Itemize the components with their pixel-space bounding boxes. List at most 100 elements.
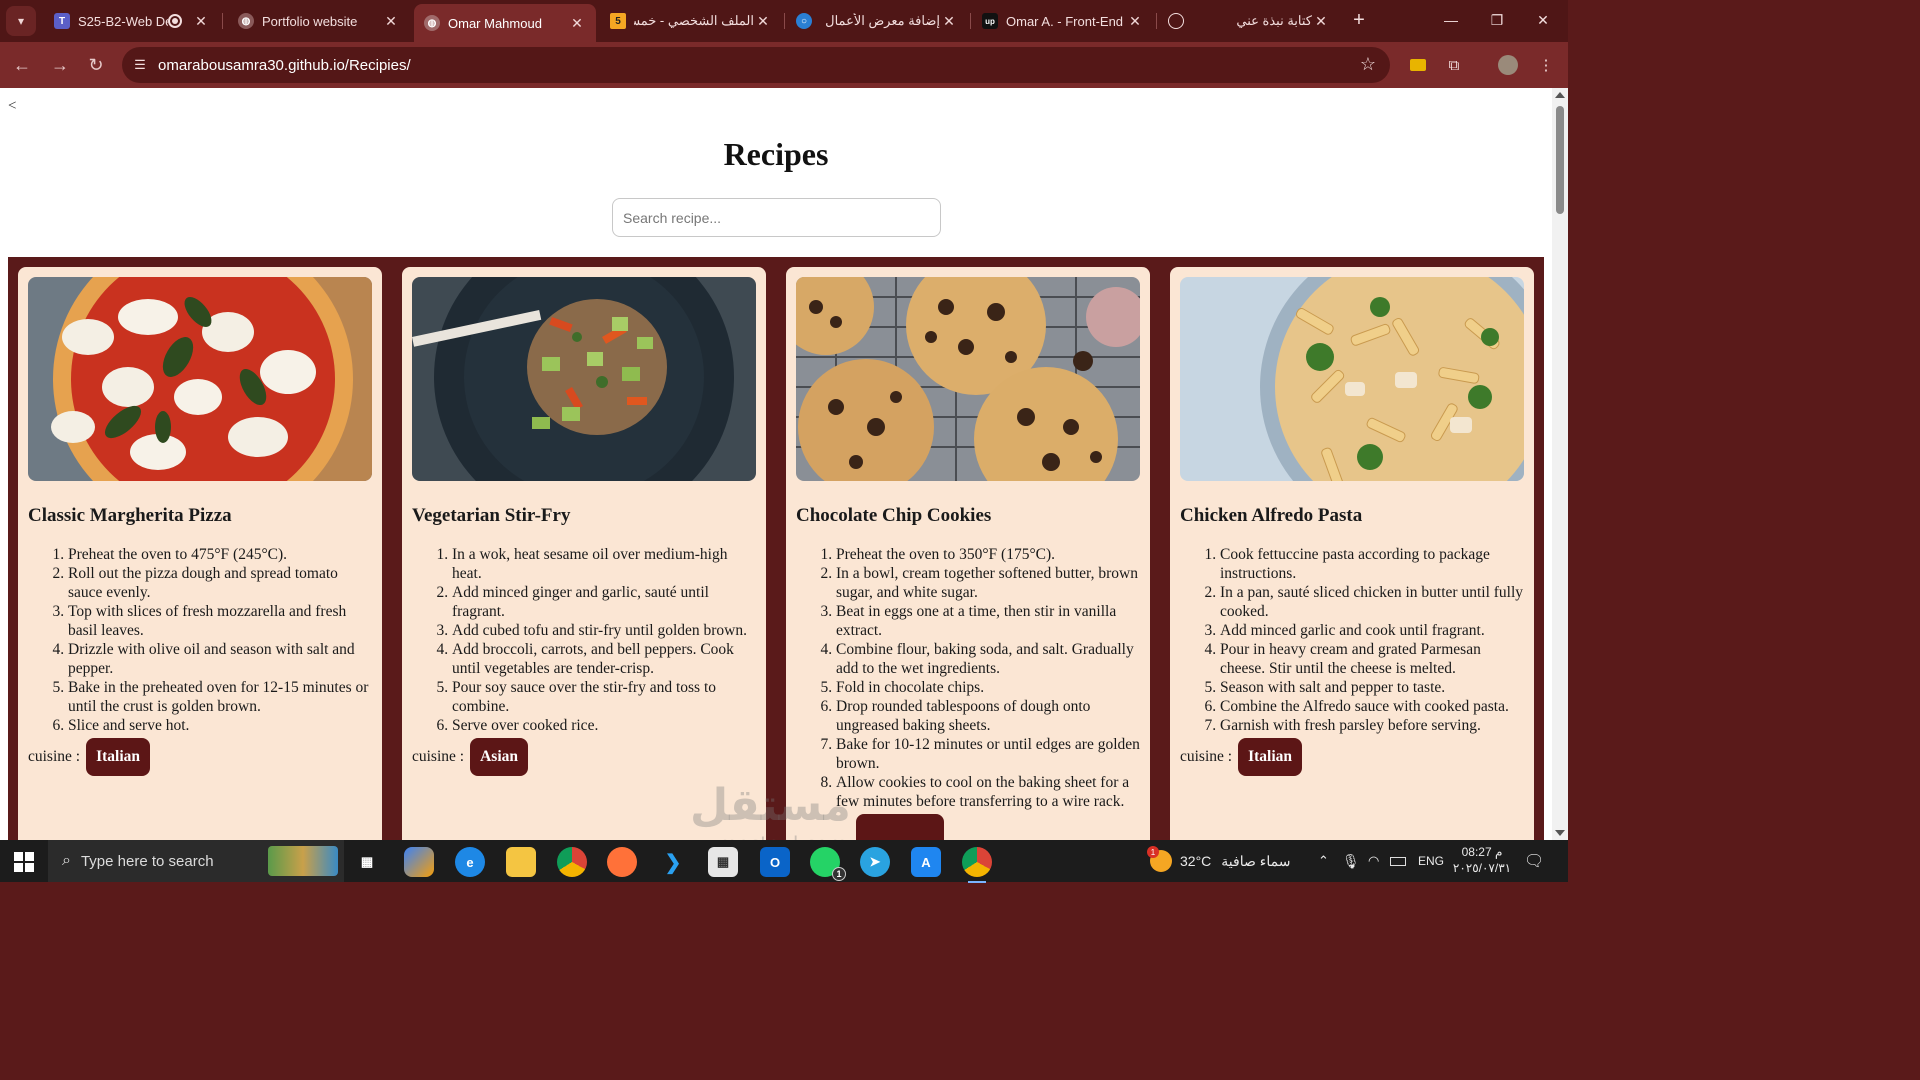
file-explorer-icon[interactable]: [506, 847, 536, 877]
recipe-card: Vegetarian Stir-Fry In a wok, heat sesam…: [402, 267, 766, 840]
address-bar[interactable]: ☰ omarabousamra30.github.io/Recipies/ ☆: [122, 47, 1390, 83]
extensions-puzzle-icon[interactable]: ⧉: [1442, 53, 1466, 77]
tab-omar-mahmoud[interactable]: ◍ Omar Mahmoud ✕: [414, 4, 596, 42]
task-view-icon[interactable]: ▦: [352, 847, 382, 877]
recipe-step: Combine the Alfredo sauce with cooked pa…: [1220, 697, 1524, 716]
close-tab-icon[interactable]: ✕: [754, 13, 772, 30]
chrome-active-icon[interactable]: [962, 847, 992, 883]
tab-upwork[interactable]: up Omar A. - Front-End ✕: [972, 4, 1154, 38]
telegram-icon[interactable]: ➤: [860, 847, 890, 877]
tab-title: Omar A. - Front-End: [1006, 13, 1124, 29]
close-tab-icon[interactable]: ✕: [940, 13, 958, 30]
recipe-step: Fold in chocolate chips.: [836, 678, 1140, 697]
tab-khamsat[interactable]: 5 الملف الشخصي - خمس ✕: [600, 4, 782, 38]
recipe-step: Add cubed tofu and stir-fry until golden…: [452, 621, 756, 640]
cuisine-tag-button[interactable]: Italian: [1238, 738, 1303, 776]
edge-icon[interactable]: e: [455, 847, 485, 877]
tab-portfolio[interactable]: ◍ Portfolio website ✕: [228, 4, 410, 38]
recipe-card: Classic Margherita Pizza Preheat the ove…: [18, 267, 382, 840]
reload-button[interactable]: ↻: [82, 51, 110, 79]
whatsapp-badge: 1: [832, 867, 846, 881]
notification-badge: 1: [1147, 846, 1159, 858]
recipe-title: Chocolate Chip Cookies: [796, 505, 992, 526]
scroll-thumb[interactable]: [1556, 106, 1564, 214]
back-link[interactable]: <: [8, 98, 16, 115]
battery-icon[interactable]: [1390, 840, 1406, 882]
close-tab-icon[interactable]: ✕: [568, 15, 586, 32]
cookies-image: [796, 277, 1140, 481]
language-indicator[interactable]: ENG: [1418, 840, 1444, 882]
tab-title: كتابة نبذة عني: [1236, 13, 1312, 28]
copilot-icon[interactable]: [404, 847, 434, 877]
tab-search-button[interactable]: ▾: [6, 6, 36, 36]
recipe-step: Garnish with fresh parsley before servin…: [1220, 716, 1524, 735]
page-scrollbar[interactable]: [1552, 88, 1568, 840]
profile-avatar[interactable]: [1496, 53, 1520, 77]
recipe-step: Beat in eggs one at a time, then stir in…: [836, 602, 1140, 640]
scroll-down-arrow-icon[interactable]: [1555, 830, 1565, 836]
microphone-icon[interactable]: 🎙︎: [1342, 840, 1360, 882]
taskbar-clock[interactable]: 08:27 م ٢٠٢٥/٠٧/٣١: [1452, 844, 1512, 876]
new-tab-button[interactable]: +: [1346, 8, 1372, 34]
clock-date: ٢٠٢٥/٠٧/٣١: [1452, 861, 1512, 875]
tab-title: الملف الشخصي - خمس: [634, 13, 754, 28]
extension-icon[interactable]: [1406, 53, 1430, 77]
tab-title: Omar Mahmoud: [448, 15, 542, 31]
wifi-icon[interactable]: ◠: [1368, 840, 1379, 882]
recipe-step: In a bowl, cream together softened butte…: [836, 564, 1140, 602]
recipe-step: Drop rounded tablespoons of dough onto u…: [836, 697, 1140, 735]
globe-icon: ◍: [424, 15, 440, 31]
recipe-step: Bake in the preheated oven for 12-15 min…: [68, 678, 372, 716]
menu-kebab-icon[interactable]: ⋮: [1534, 53, 1558, 77]
recipe-step: In a wok, heat sesame oil over medium-hi…: [452, 545, 756, 583]
store-icon[interactable]: ▦: [708, 847, 738, 877]
close-tab-icon[interactable]: ✕: [382, 13, 400, 30]
chrome-icon[interactable]: [557, 847, 587, 877]
globe-icon: ◍: [238, 13, 254, 29]
recipe-step: Top with slices of fresh mozzarella and …: [68, 602, 372, 640]
recipe-step: Preheat the oven to 350°F (175°C).: [836, 545, 1140, 564]
weather-widget[interactable]: 1 32°C سماء صافية: [1147, 840, 1290, 882]
recipe-step: Pour soy sauce over the stir-fry and tos…: [452, 678, 756, 716]
minimize-button[interactable]: —: [1428, 0, 1474, 40]
recipe-step: Preheat the oven to 475°F (245°C).: [68, 545, 372, 564]
teams-icon: T: [54, 13, 70, 29]
pizza-image: [28, 277, 372, 481]
site-info-icon[interactable]: ☰: [122, 57, 158, 73]
cuisine-tag-button[interactable]: Italian: [86, 738, 151, 776]
tab-teams[interactable]: T S25-B2-Web Des ✕: [44, 4, 220, 38]
bookmark-star-icon[interactable]: ☆: [1360, 54, 1376, 75]
show-hidden-icons[interactable]: ⌃: [1318, 840, 1329, 882]
tab-title: S25-B2-Web Des: [78, 13, 168, 29]
close-tab-icon[interactable]: ✕: [1312, 13, 1330, 30]
browser-toolbar: ← → ↻ ☰ omarabousamra30.github.io/Recipi…: [0, 42, 1568, 88]
stirfry-image: [412, 277, 756, 481]
restore-button[interactable]: ❐: [1474, 0, 1520, 40]
close-tab-icon[interactable]: ✕: [192, 13, 210, 30]
outlook-icon[interactable]: O: [760, 847, 790, 877]
tab-mostaql[interactable]: ○ إضافة معرض الأعمال ✕: [786, 4, 968, 38]
forward-button[interactable]: →: [46, 51, 74, 79]
recipe-steps: Cook fettuccine pasta according to packa…: [1180, 545, 1524, 735]
windows-start-icon[interactable]: [14, 852, 34, 872]
whatsapp-icon[interactable]: 1: [810, 847, 846, 881]
search-input[interactable]: [612, 198, 941, 237]
scroll-up-arrow-icon[interactable]: [1555, 92, 1565, 98]
app-store-icon[interactable]: A: [911, 847, 941, 877]
taskbar-search-box[interactable]: ⌕ Type here to search: [48, 840, 344, 882]
close-tab-icon[interactable]: ✕: [1126, 13, 1144, 30]
recipe-step: In a pan, sauté sliced chicken in butter…: [1220, 583, 1524, 621]
cuisine-row: cuisine : Asian: [412, 738, 756, 776]
vscode-icon[interactable]: ❯: [658, 847, 688, 877]
cuisine-tag-button[interactable]: [856, 814, 944, 840]
close-window-button[interactable]: ✕: [1520, 0, 1566, 40]
back-button[interactable]: ←: [8, 51, 36, 79]
notification-center-icon[interactable]: 🗨︎: [1524, 840, 1544, 882]
recipe-step: Bake for 10-12 minutes or until edges ar…: [836, 735, 1140, 773]
cuisine-tag-button[interactable]: Asian: [470, 738, 528, 776]
firefox-icon[interactable]: [607, 847, 637, 877]
recipe-step: Drizzle with olive oil and season with s…: [68, 640, 372, 678]
recipe-title: Vegetarian Stir-Fry: [412, 505, 571, 526]
recipe-step: Slice and serve hot.: [68, 716, 372, 735]
tab-chatgpt[interactable]: كتابة نبذة عني ✕: [1158, 4, 1340, 38]
